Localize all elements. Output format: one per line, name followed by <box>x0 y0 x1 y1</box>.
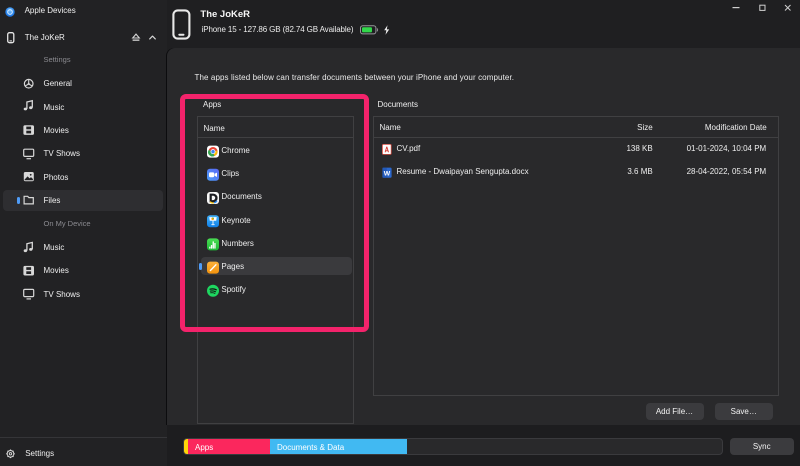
svg-text:W: W <box>384 171 391 178</box>
